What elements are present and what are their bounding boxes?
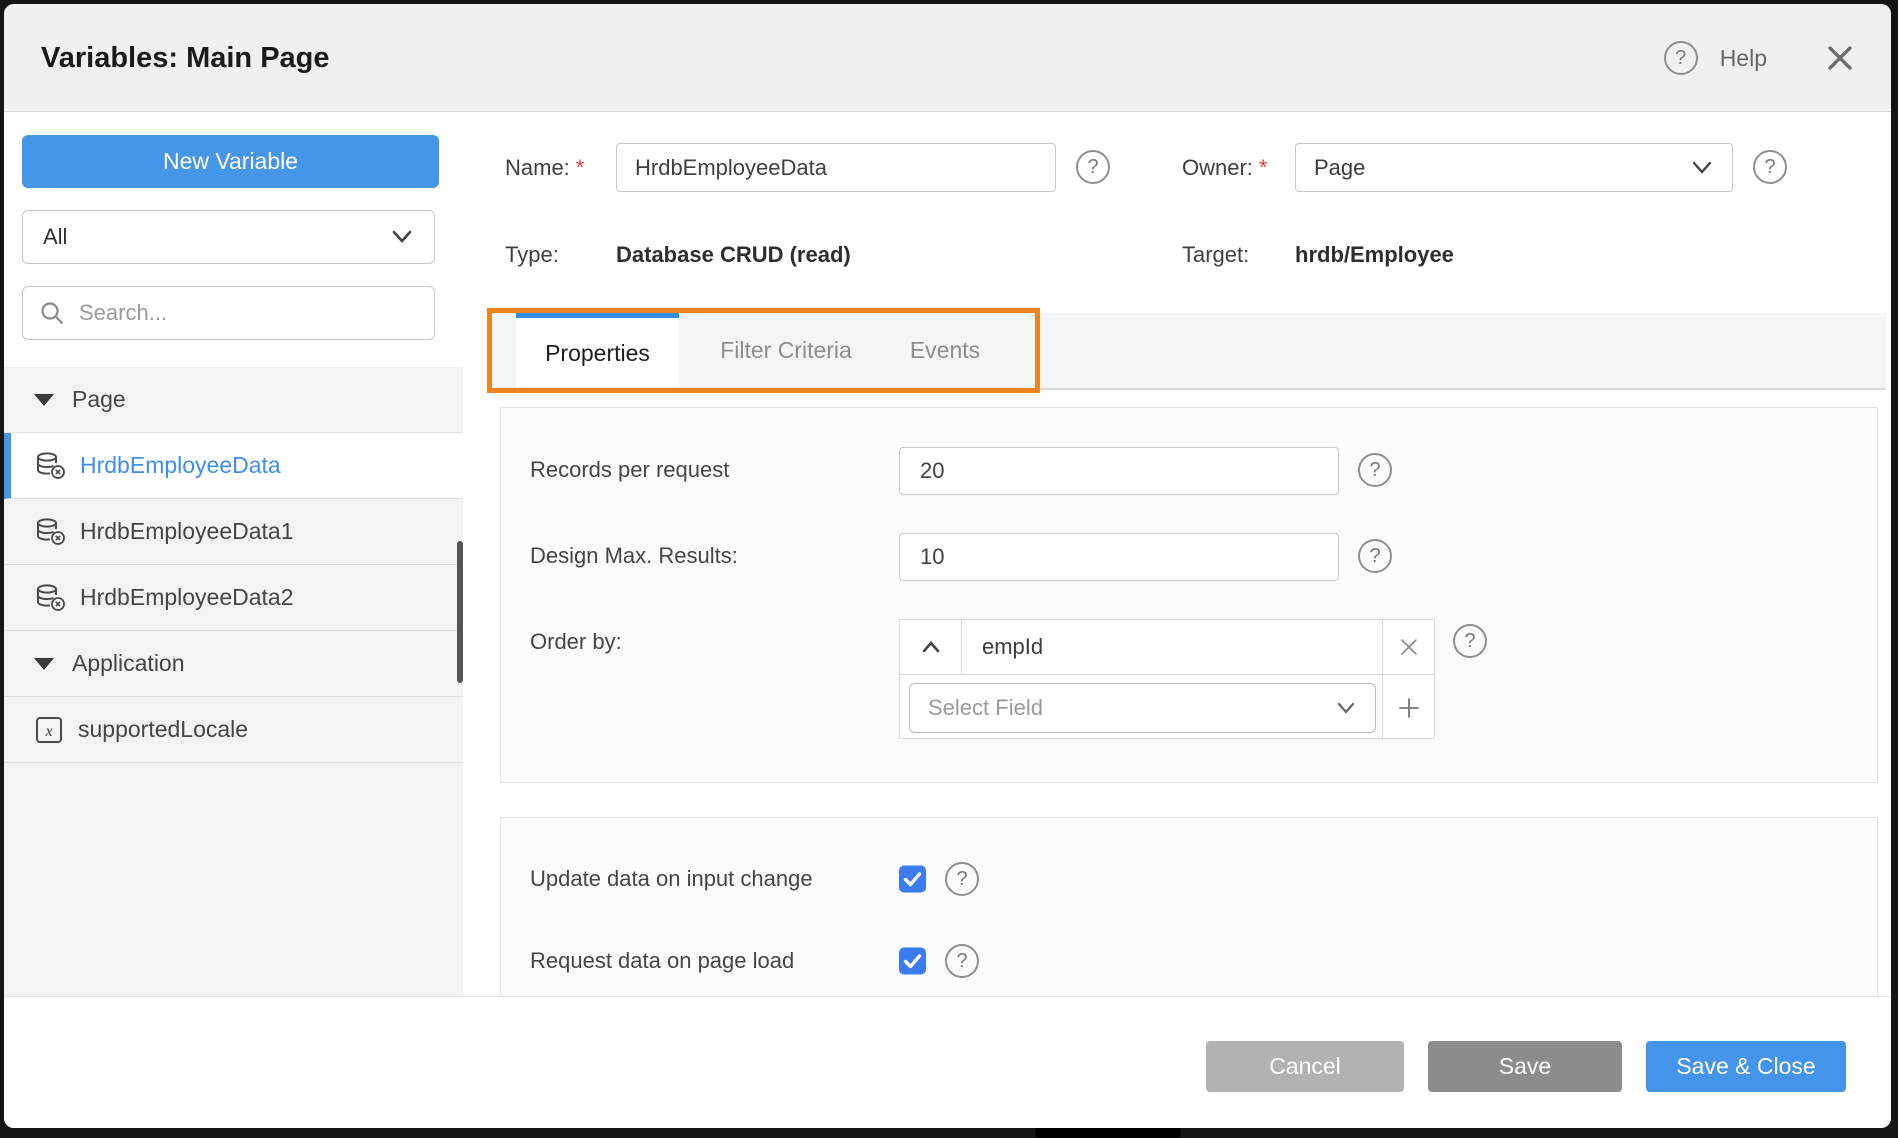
dialog-title: Variables: Main Page — [41, 4, 330, 112]
owner-label: Owner:* — [1182, 155, 1267, 181]
dialog-footer: Cancel Save Save & Close — [4, 996, 1891, 1128]
remove-x-icon — [1398, 636, 1420, 658]
order-by-help-icon[interactable]: ? — [1453, 624, 1487, 658]
records-help-icon[interactable]: ? — [1358, 453, 1392, 487]
owner-help-icon[interactable]: ? — [1753, 150, 1787, 184]
request-on-load-label: Request data on page load — [530, 948, 794, 974]
screen: Variables: Main Page ? Help New Variable… — [0, 0, 1898, 1138]
close-icon[interactable] — [1825, 43, 1855, 73]
name-label: Name:* — [505, 155, 584, 181]
request-on-load-help-icon[interactable]: ? — [945, 944, 979, 978]
order-by-label: Order by: — [530, 629, 622, 655]
select-field-placeholder: Select Field — [928, 695, 1043, 721]
plus-icon — [1397, 696, 1421, 720]
remove-order-field-button[interactable] — [1382, 620, 1434, 674]
collapse-triangle-icon — [34, 394, 54, 406]
svg-text:x: x — [44, 723, 52, 740]
update-on-input-help-icon[interactable]: ? — [945, 862, 979, 896]
tree-item-hrdbemployeedata2[interactable]: HrdbEmployeeData2 — [4, 565, 463, 631]
filter-selected-value: All — [43, 224, 67, 250]
collapse-triangle-icon — [34, 658, 54, 670]
database-variable-icon — [34, 517, 66, 547]
chevron-down-icon — [1690, 160, 1714, 176]
model-variable-icon: x — [34, 715, 64, 745]
required-asterisk: * — [1259, 155, 1268, 180]
checkmark-icon — [903, 871, 922, 887]
tab-properties[interactable]: Properties — [516, 313, 679, 388]
design-max-results-label: Design Max. Results: — [530, 543, 738, 569]
tree-item-hrdbemployeedata1[interactable]: HrdbEmployeeData1 — [4, 499, 463, 565]
tab-events[interactable]: Events — [893, 313, 997, 388]
chevron-up-icon — [921, 640, 941, 654]
chevron-down-icon — [1335, 701, 1357, 716]
order-by-field-value[interactable]: empId — [962, 634, 1382, 660]
properties-panel: Records per request ? Design Max. Result… — [500, 407, 1878, 783]
background-bottom-bar — [1035, 1128, 1181, 1138]
update-on-input-checkbox[interactable] — [899, 866, 926, 893]
name-input[interactable] — [616, 143, 1056, 192]
tree-item-supportedlocale[interactable]: x supportedLocale — [4, 697, 463, 763]
variable-tabs: Properties Filter Criteria Events — [492, 313, 1886, 390]
design-max-results-input[interactable] — [899, 533, 1339, 581]
required-asterisk: * — [576, 155, 585, 180]
tree-item-hrdbemployeedata[interactable]: HrdbEmployeeData — [4, 433, 463, 499]
target-label: Target: — [1182, 242, 1249, 268]
cancel-button[interactable]: Cancel — [1206, 1041, 1404, 1092]
sort-ascending-button[interactable] — [900, 620, 962, 674]
new-variable-button[interactable]: New Variable — [22, 135, 439, 188]
checkmark-icon — [903, 953, 922, 969]
name-help-icon[interactable]: ? — [1076, 150, 1110, 184]
database-variable-icon — [34, 451, 66, 481]
sidebar-scrollbar-thumb[interactable] — [457, 541, 463, 683]
tab-filter-criteria[interactable]: Filter Criteria — [679, 313, 893, 388]
update-on-input-label: Update data on input change — [530, 866, 813, 892]
variable-filter-select[interactable]: All — [22, 210, 435, 264]
design-max-help-icon[interactable]: ? — [1358, 539, 1392, 573]
target-value: hrdb/Employee — [1295, 242, 1454, 268]
search-icon — [39, 300, 65, 326]
help-link[interactable]: Help — [1720, 45, 1767, 72]
request-on-load-checkbox[interactable] — [899, 948, 926, 975]
type-label: Type: — [505, 242, 559, 268]
save-button[interactable]: Save — [1428, 1041, 1622, 1092]
add-order-field-button[interactable] — [1382, 675, 1434, 740]
order-by-control: empId Select Field — [899, 619, 1435, 739]
owner-select[interactable]: Page — [1295, 143, 1733, 192]
save-and-close-button[interactable]: Save & Close — [1646, 1041, 1846, 1092]
type-value: Database CRUD (read) — [616, 242, 851, 268]
database-variable-icon — [34, 583, 66, 613]
records-per-request-label: Records per request — [530, 457, 729, 483]
owner-selected-value: Page — [1314, 155, 1365, 181]
search-input[interactable] — [79, 300, 418, 326]
variables-dialog: Variables: Main Page ? Help New Variable… — [4, 4, 1891, 1128]
variable-search — [22, 286, 435, 340]
records-per-request-input[interactable] — [899, 447, 1339, 495]
tree-group-application[interactable]: Application — [4, 631, 463, 697]
select-field-dropdown[interactable]: Select Field — [909, 683, 1376, 733]
behavior-panel: Update data on input change ? Request da… — [500, 817, 1878, 996]
variables-sidebar: New Variable All Page — [4, 113, 463, 996]
help-icon[interactable]: ? — [1664, 41, 1698, 75]
chevron-down-icon — [390, 229, 414, 245]
tree-group-page[interactable]: Page — [4, 367, 463, 433]
variable-tree: Page HrdbEmployeeData HrdbEmployeeData1 — [4, 367, 463, 996]
dialog-header: Variables: Main Page ? Help — [4, 4, 1891, 112]
